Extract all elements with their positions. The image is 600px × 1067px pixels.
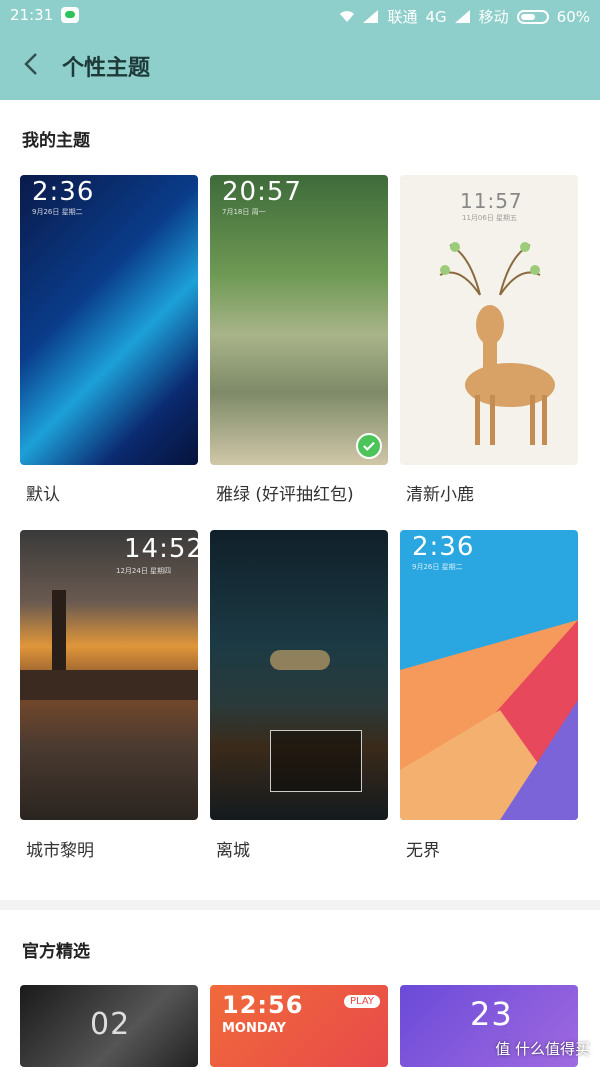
theme-label: 默认 — [26, 485, 60, 505]
theme-preview-clock: 02 — [90, 1007, 131, 1042]
day-tag: MONDAY — [222, 1021, 286, 1036]
theme-label: 清新小鹿 — [406, 485, 474, 505]
theme-preview-clock: 14:52 — [124, 534, 198, 564]
theme-card-licheng[interactable] — [210, 530, 388, 820]
tower-silhouette — [52, 590, 66, 680]
theme-preview-clock: 2:36 — [32, 177, 95, 207]
app-bar: 个性主题 — [0, 32, 600, 100]
theme-card-default[interactable]: 2:36 9月26日 星期二 — [20, 175, 198, 465]
status-bar: 21:31 联通 4G 移动 60% — [0, 0, 600, 32]
deer-illustration — [439, 242, 555, 445]
section-title-official: 官方精选 — [22, 942, 90, 962]
section-divider — [0, 900, 600, 910]
theme-preview-clock: 2:36 — [412, 532, 475, 562]
theme-card-deer[interactable]: 11:57 11月06日 星期五 — [400, 175, 578, 465]
theme-preview-clock: 11:57 — [460, 189, 523, 213]
theme-preview-clock: 12:56 — [222, 991, 304, 1019]
city-lights — [270, 650, 330, 670]
status-time: 21:31 — [10, 6, 54, 24]
theme-preview-date: 7月18日 周一 — [222, 208, 266, 216]
wifi-icon — [340, 11, 355, 22]
theme-preview-clock: 20:57 — [222, 177, 302, 207]
battery-percent: 60% — [556, 7, 590, 26]
signal-icon-2 — [454, 10, 470, 23]
theme-card-city-dawn[interactable]: 14:52 12月24日 星期四 — [20, 530, 198, 820]
battery-icon — [516, 9, 549, 24]
battery-fill — [520, 13, 535, 20]
theme-preview-date: 12月24日 星期四 — [116, 567, 172, 575]
wechat-notification-icon — [61, 7, 80, 23]
bridge-silhouette — [20, 670, 198, 700]
theme-label: 雅绿 (好评抽红包) — [216, 485, 354, 505]
network-type: 4G — [425, 7, 447, 26]
geometric-pattern — [400, 620, 578, 820]
theme-preview-date: 9月26日 星期二 — [32, 208, 83, 216]
page-title: 个性主题 — [62, 56, 151, 81]
theme-preview-clock: 23 — [470, 995, 513, 1033]
signal-icon — [363, 10, 379, 23]
notification-overlay — [270, 730, 362, 792]
back-arrow-icon[interactable] — [20, 52, 44, 76]
official-card-1[interactable]: 02 — [20, 985, 198, 1067]
theme-preview-date: 11月06日 星期五 — [462, 214, 518, 222]
theme-label: 城市黎明 — [26, 841, 94, 861]
selected-check-icon — [356, 433, 382, 459]
theme-label: 无界 — [406, 841, 440, 861]
theme-label: 离城 — [216, 841, 250, 861]
theme-card-wujie[interactable]: 2:36 9月26日 星期二 — [400, 530, 578, 820]
carrier-2: 移动 — [478, 8, 509, 26]
section-title-my-themes: 我的主题 — [22, 131, 90, 151]
carrier-1: 联通 — [387, 8, 418, 26]
play-badge: PLAY — [343, 995, 380, 1008]
theme-preview-date: 9月26日 星期二 — [412, 563, 463, 571]
official-card-2[interactable]: 12:56 MONDAY PLAY — [210, 985, 388, 1067]
watermark-text: 值 什么值得买 — [495, 1040, 590, 1058]
theme-card-yalv[interactable]: 20:57 7月18日 周一 — [210, 175, 388, 465]
